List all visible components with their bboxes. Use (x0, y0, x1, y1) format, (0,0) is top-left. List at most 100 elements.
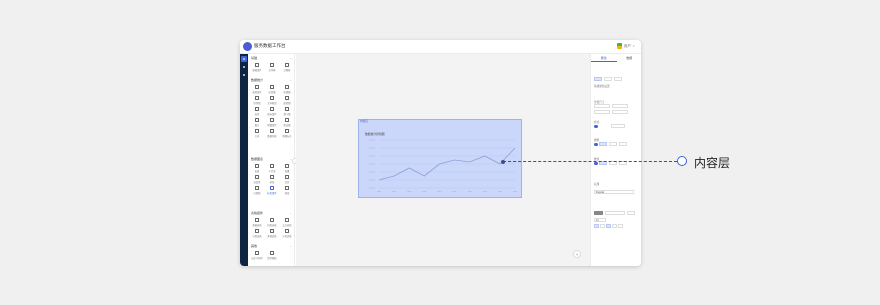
component-item[interactable]: 饼状图 (250, 95, 264, 105)
legend-position-left[interactable] (599, 142, 607, 146)
style-toggle[interactable] (594, 125, 598, 128)
component-icon (285, 96, 289, 100)
component-item[interactable]: 卡片组 (265, 163, 279, 173)
component-item[interactable]: 文本框组 (265, 95, 279, 105)
italic-button[interactable] (600, 224, 605, 228)
component-item[interactable]: 数据列表 (265, 128, 279, 138)
x-tick-mark (407, 191, 412, 192)
align-left-button[interactable] (594, 77, 602, 81)
font-select[interactable]: Regular (594, 190, 634, 194)
component-icon (285, 129, 289, 133)
component-item[interactable]: 分页表格 (280, 228, 294, 238)
component-label: 指标组件 (267, 114, 277, 116)
chevron-down-icon[interactable]: ⌄ (289, 78, 292, 82)
app-logo-icon[interactable] (243, 42, 252, 51)
prop-label-basic: 基础属性设置 (594, 85, 610, 88)
component-label: 面积图 (283, 103, 291, 105)
component-icon (270, 251, 274, 255)
rail-item-layers[interactable] (241, 64, 247, 70)
section-title: 数据图表 (251, 157, 264, 161)
component-item[interactable]: 按钮 (280, 185, 294, 195)
user-menu[interactable]: 用户 ▾ (617, 43, 637, 49)
component-item[interactable]: 文本框 (265, 62, 279, 72)
tab-data[interactable]: 数据 (617, 56, 642, 62)
component-item[interactable]: 分组表格 (250, 228, 264, 238)
x-tick-mark (467, 191, 472, 192)
component-item[interactable]: 地图组件 (265, 117, 279, 127)
component-item[interactable]: 树形 (265, 174, 279, 184)
component-icon (255, 164, 259, 168)
component-icon (255, 96, 259, 100)
component-icon (270, 186, 274, 190)
component-item[interactable]: 基础表格 (250, 217, 264, 227)
align-center-button[interactable] (604, 77, 612, 81)
chevron-down-icon[interactable]: ⌄ (289, 56, 292, 60)
strike-button[interactable] (612, 224, 617, 228)
height-input[interactable] (612, 110, 628, 114)
align-right-button[interactable] (614, 77, 622, 81)
component-item[interactable]: 基础组件 (250, 62, 264, 72)
font-size-input[interactable]: 12 (594, 218, 606, 222)
component-item[interactable]: 交叉表格 (280, 217, 294, 227)
component-item[interactable]: 自定义组件 (250, 250, 264, 260)
data-icon (243, 74, 245, 76)
component-item[interactable]: 散点 (250, 117, 264, 127)
component-label: 文本框 (268, 70, 276, 72)
chevron-down-icon[interactable]: ⌄ (289, 211, 292, 215)
width-input[interactable] (594, 110, 610, 114)
component-label: 分组表格 (252, 236, 262, 238)
legend-position-center[interactable] (609, 142, 617, 146)
component-icon (270, 218, 274, 222)
property-panel: 属性 数据 基础属性设置 位置尺寸 样式 图例 数值 标题 Regular 12 (590, 54, 641, 266)
component-item[interactable]: 分割线 (250, 185, 264, 195)
title-bar: 服务数据工作台 用户 ▾ (240, 40, 641, 54)
value-toggle[interactable] (594, 162, 598, 165)
component-label: 卡片组 (268, 171, 276, 173)
component-item[interactable]: 树形表格 (265, 217, 279, 227)
component-item[interactable]: 轮播 (280, 163, 294, 173)
component-item[interactable]: 雷达图 (280, 117, 294, 127)
chevron-down-icon[interactable]: ⌄ (289, 244, 292, 248)
design-canvas[interactable]: 内容层 数据统计折线图 + (296, 54, 590, 266)
component-item[interactable]: 组件模板 (265, 250, 279, 260)
component-item[interactable]: 多级表格 (265, 228, 279, 238)
x-tick-mark (377, 191, 381, 192)
component-item[interactable]: 日期框 (280, 62, 294, 72)
component-item[interactable]: 柱状图 (265, 84, 279, 94)
color-swatch[interactable] (594, 211, 603, 215)
align-text-button[interactable] (618, 224, 623, 228)
app-title: 服务数据工作台 (254, 43, 286, 48)
component-item[interactable]: 标签 (250, 106, 264, 116)
component-item[interactable]: 地图标注 (280, 128, 294, 138)
component-item[interactable]: 文本 (250, 128, 264, 138)
legend-position-right[interactable] (619, 142, 627, 146)
component-item[interactable]: 日历 (280, 174, 294, 184)
tab-properties[interactable]: 属性 (591, 56, 617, 62)
bold-button[interactable] (594, 224, 599, 228)
legend-toggle[interactable] (594, 143, 598, 146)
component-item[interactable]: 折线图 (280, 84, 294, 94)
component-label: 标签组件 (267, 193, 277, 195)
component-item[interactable]: 进度条 (250, 174, 264, 184)
component-item[interactable]: 漏斗图 (280, 106, 294, 116)
y-tick-mark (369, 171, 375, 173)
x-input[interactable] (594, 104, 610, 108)
component-label: 自定义组件 (251, 258, 263, 260)
opacity-input[interactable] (627, 211, 635, 215)
component-icon (285, 186, 289, 190)
style-select[interactable] (611, 124, 625, 128)
component-label: 折线图 (283, 92, 291, 94)
component-item[interactable]: 表格 (250, 163, 264, 173)
component-item[interactable]: 标签组件 (265, 185, 279, 195)
component-item[interactable]: 表格组件 (250, 84, 264, 94)
component-item[interactable]: 指标组件 (265, 106, 279, 116)
component-label: 分割线 (253, 193, 261, 195)
underline-button[interactable] (606, 224, 611, 228)
rail-item-data[interactable] (241, 72, 247, 78)
color-input[interactable] (605, 211, 625, 215)
add-button[interactable]: + (573, 250, 581, 258)
component-item[interactable]: 面积图 (280, 95, 294, 105)
rail-item-components[interactable] (241, 56, 247, 62)
y-input[interactable] (612, 104, 628, 108)
content-layer[interactable]: 内容层 数据统计折线图 (358, 119, 522, 198)
